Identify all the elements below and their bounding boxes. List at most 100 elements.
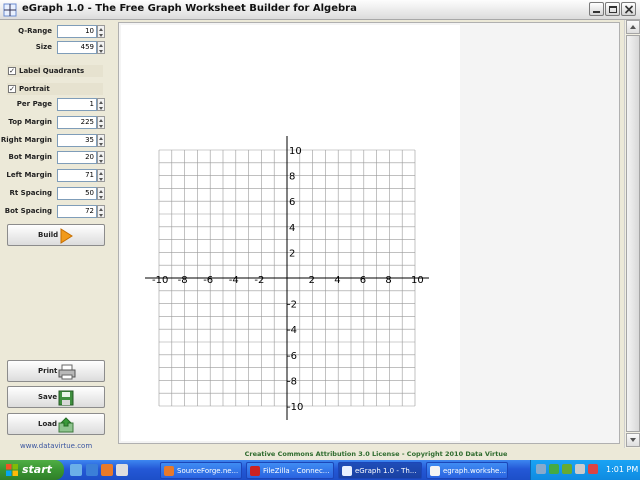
build-button-label: Build bbox=[38, 231, 59, 239]
left-margin-row: Left Margin 71 bbox=[0, 169, 112, 183]
rt-spacing-label: Rt Spacing bbox=[9, 189, 53, 197]
minimize-icon bbox=[593, 11, 600, 13]
task-filezilla[interactable]: FileZilla - Connec... bbox=[246, 462, 334, 479]
close-button[interactable] bbox=[621, 2, 636, 16]
right-margin-spinner[interactable] bbox=[97, 134, 105, 147]
bot-spacing-label: Bot Spacing bbox=[4, 207, 52, 215]
portrait-checkbox[interactable]: ✓ Portrait bbox=[7, 83, 103, 95]
arrow-down-icon bbox=[630, 438, 636, 442]
q-range-spinner[interactable] bbox=[97, 25, 105, 38]
x-tick-label: -6 bbox=[203, 275, 213, 286]
load-button[interactable]: Load bbox=[7, 413, 105, 435]
rt-spacing-spinner[interactable] bbox=[97, 187, 105, 200]
taskbar: start SourceForge.ne... FileZilla - Conn… bbox=[0, 460, 640, 480]
tray-app-icon[interactable] bbox=[562, 464, 572, 474]
spin-up-icon bbox=[99, 44, 103, 47]
right-margin-input[interactable]: 35 bbox=[57, 134, 97, 147]
size-input[interactable]: 459 bbox=[57, 41, 97, 54]
spin-down-icon bbox=[99, 107, 103, 110]
scroll-thumb[interactable] bbox=[626, 35, 640, 432]
per-page-spinner[interactable] bbox=[97, 98, 105, 111]
scroll-down-button[interactable] bbox=[626, 433, 640, 447]
license-text: Creative Commons Attribution 3.0 License… bbox=[112, 448, 640, 460]
bot-margin-spinner[interactable] bbox=[97, 151, 105, 164]
quicklaunch-app-icon[interactable] bbox=[116, 464, 128, 476]
tray-alert-icon[interactable] bbox=[588, 464, 598, 474]
spin-up-icon bbox=[99, 137, 103, 140]
quicklaunch-ie-icon[interactable] bbox=[86, 464, 98, 476]
scroll-up-button[interactable] bbox=[626, 20, 640, 34]
size-spinner[interactable] bbox=[97, 41, 105, 54]
start-button[interactable]: start bbox=[0, 460, 64, 480]
x-tick-label: 10 bbox=[411, 275, 424, 286]
checkmark-icon: ✓ bbox=[8, 85, 16, 93]
per-page-label: Per Page bbox=[16, 100, 52, 108]
bot-margin-input[interactable]: 20 bbox=[57, 151, 97, 164]
task-label: SourceForge.ne... bbox=[177, 467, 239, 475]
print-button[interactable]: Print bbox=[7, 360, 105, 382]
spin-up-icon bbox=[99, 190, 103, 193]
size-row: Size 459 bbox=[0, 41, 112, 55]
quicklaunch-desktop-icon[interactable] bbox=[70, 464, 82, 476]
bot-spacing-row: Bot Spacing 72 bbox=[0, 205, 112, 219]
spin-down-icon bbox=[99, 160, 103, 163]
rt-spacing-input[interactable]: 50 bbox=[57, 187, 97, 200]
bot-spacing-input[interactable]: 72 bbox=[57, 205, 97, 218]
y-tick-label: 8 bbox=[289, 172, 295, 183]
save-button-label: Save bbox=[38, 393, 58, 401]
top-margin-input[interactable]: 225 bbox=[57, 116, 97, 129]
q-range-input[interactable]: 10 bbox=[57, 25, 97, 38]
y-tick-label: -10 bbox=[287, 402, 303, 413]
spin-up-icon bbox=[99, 172, 103, 175]
maximize-icon bbox=[609, 6, 617, 13]
x-tick-label: -8 bbox=[178, 275, 188, 286]
egraph-icon bbox=[342, 466, 352, 476]
label-quadrants-checkbox[interactable]: ✓ Label Quadrants bbox=[7, 65, 103, 77]
app-icon bbox=[3, 3, 17, 17]
filezilla-icon bbox=[250, 466, 260, 476]
q-range-label: Q-Range bbox=[18, 27, 52, 35]
spin-down-icon bbox=[99, 214, 103, 217]
per-page-input[interactable]: 1 bbox=[57, 98, 97, 111]
left-margin-spinner[interactable] bbox=[97, 169, 105, 182]
security-icon[interactable] bbox=[549, 464, 559, 474]
bot-margin-row: Bot Margin 20 bbox=[0, 151, 112, 165]
quicklaunch-firefox-icon[interactable] bbox=[101, 464, 113, 476]
top-margin-label: Top Margin bbox=[8, 118, 52, 126]
task-egraph[interactable]: eGraph 1.0 - Th... bbox=[338, 462, 422, 479]
spin-up-icon bbox=[99, 154, 103, 157]
y-tick-label: -4 bbox=[287, 325, 297, 336]
x-tick-label: 2 bbox=[309, 275, 315, 286]
task-egraph-worksheet[interactable]: egraph.workshe... bbox=[426, 462, 508, 479]
maximize-button[interactable] bbox=[605, 2, 620, 16]
title-bar[interactable]: eGraph 1.0 - The Free Graph Worksheet Bu… bbox=[0, 0, 640, 20]
checkmark-icon: ✓ bbox=[8, 67, 16, 75]
top-margin-row: Top Margin 225 bbox=[0, 116, 112, 130]
per-page-row: Per Page 1 bbox=[0, 98, 112, 112]
floppy-disk-icon bbox=[58, 390, 74, 406]
vertical-scrollbar[interactable] bbox=[624, 20, 640, 448]
bot-spacing-spinner[interactable] bbox=[97, 205, 105, 218]
x-tick-label: 6 bbox=[360, 275, 366, 286]
x-tick-label: -10 bbox=[152, 275, 168, 286]
windows-logo-icon bbox=[6, 464, 18, 476]
speaker-icon[interactable] bbox=[575, 464, 585, 474]
spin-up-icon bbox=[99, 208, 103, 211]
load-button-label: Load bbox=[38, 420, 58, 428]
left-margin-input[interactable]: 71 bbox=[57, 169, 97, 182]
minimize-button[interactable] bbox=[589, 2, 604, 16]
rt-spacing-row: Rt Spacing 50 bbox=[0, 187, 112, 201]
task-sourceforge[interactable]: SourceForge.ne... bbox=[160, 462, 242, 479]
save-button[interactable]: Save bbox=[7, 386, 105, 408]
y-tick-label: 4 bbox=[289, 223, 295, 234]
y-tick-label: -8 bbox=[287, 376, 297, 387]
right-margin-label: Right Margin bbox=[0, 136, 52, 144]
website-link[interactable]: www.datavirtue.com bbox=[20, 442, 92, 450]
network-icon[interactable] bbox=[536, 464, 546, 474]
top-margin-spinner[interactable] bbox=[97, 116, 105, 129]
play-arrow-icon bbox=[60, 228, 73, 244]
close-icon bbox=[624, 5, 634, 14]
settings-panel: Q-Range 10 Size 459 ✓ Label Quadrants ✓ … bbox=[0, 20, 112, 458]
spin-down-icon bbox=[99, 143, 103, 146]
build-button[interactable]: Build bbox=[7, 224, 105, 246]
